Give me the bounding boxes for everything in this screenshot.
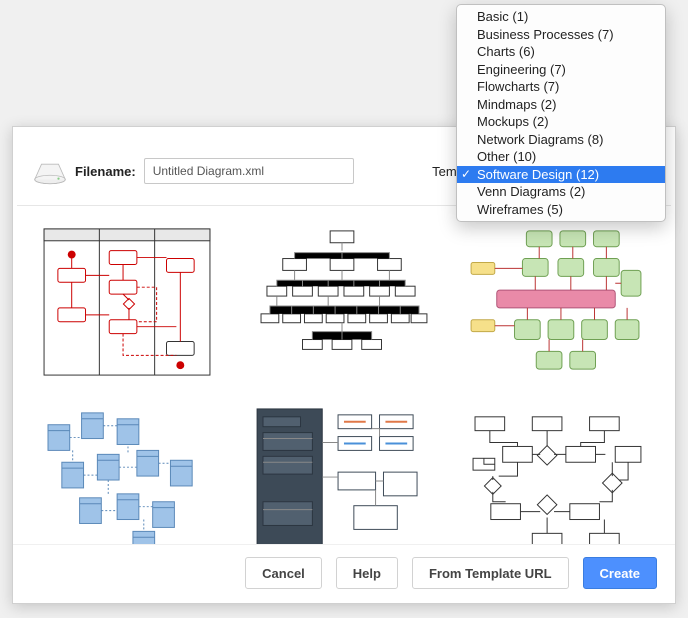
check-icon: ✓ bbox=[461, 168, 471, 180]
filename-input[interactable] bbox=[144, 158, 354, 184]
dialog-button-row: Cancel Help From Template URL Create bbox=[13, 544, 675, 603]
dropdown-item-label: Business Processes (7) bbox=[477, 27, 614, 42]
filename-label: Filename: bbox=[75, 164, 136, 179]
create-button[interactable]: Create bbox=[583, 557, 657, 589]
dropdown-item[interactable]: Charts (6) bbox=[457, 43, 665, 61]
dropdown-item-label: Other (10) bbox=[477, 149, 536, 164]
dropdown-item-label: Engineering (7) bbox=[477, 62, 566, 77]
dropdown-item[interactable]: Basic (1) bbox=[457, 8, 665, 26]
dropdown-item[interactable]: Business Processes (7) bbox=[457, 26, 665, 44]
dropdown-item[interactable]: Mockups (2) bbox=[457, 113, 665, 131]
dropdown-item-label: Software Design (12) bbox=[477, 167, 599, 182]
dropdown-item[interactable]: Wireframes (5) bbox=[457, 201, 665, 219]
disk-icon bbox=[33, 157, 67, 185]
dropdown-item[interactable]: Network Diagrams (8) bbox=[457, 131, 665, 149]
template-thumb[interactable] bbox=[37, 402, 217, 548]
dropdown-item-label: Mindmaps (2) bbox=[477, 97, 556, 112]
template-thumb[interactable] bbox=[466, 402, 646, 548]
dropdown-item[interactable]: Engineering (7) bbox=[457, 61, 665, 79]
dropdown-item-label: Venn Diagrams (2) bbox=[477, 184, 585, 199]
help-button[interactable]: Help bbox=[336, 557, 398, 589]
cancel-button[interactable]: Cancel bbox=[245, 557, 322, 589]
dropdown-item-label: Network Diagrams (8) bbox=[477, 132, 603, 147]
template-gallery[interactable] bbox=[13, 206, 675, 548]
dropdown-item-label: Wireframes (5) bbox=[477, 202, 563, 217]
dropdown-item-label: Charts (6) bbox=[477, 44, 535, 59]
template-thumb[interactable] bbox=[37, 222, 217, 382]
template-thumb[interactable] bbox=[466, 222, 646, 382]
dropdown-item-label: Mockups (2) bbox=[477, 114, 549, 129]
template-thumb[interactable] bbox=[252, 402, 432, 548]
dropdown-item[interactable]: Venn Diagrams (2) bbox=[457, 183, 665, 201]
templates-dropdown[interactable]: Basic (1) Business Processes (7) Charts (6… bbox=[456, 4, 666, 222]
dropdown-item[interactable]: Flowcharts (7) bbox=[457, 78, 665, 96]
dropdown-item[interactable]: ✓ Software Design (12) bbox=[457, 166, 665, 184]
from-template-url-button[interactable]: From Template URL bbox=[412, 557, 569, 589]
template-thumb[interactable] bbox=[252, 222, 432, 382]
dropdown-item[interactable]: Other (10) bbox=[457, 148, 665, 166]
dropdown-item-label: Basic (1) bbox=[477, 9, 528, 24]
dropdown-item[interactable]: Mindmaps (2) bbox=[457, 96, 665, 114]
dropdown-item-label: Flowcharts (7) bbox=[477, 79, 559, 94]
